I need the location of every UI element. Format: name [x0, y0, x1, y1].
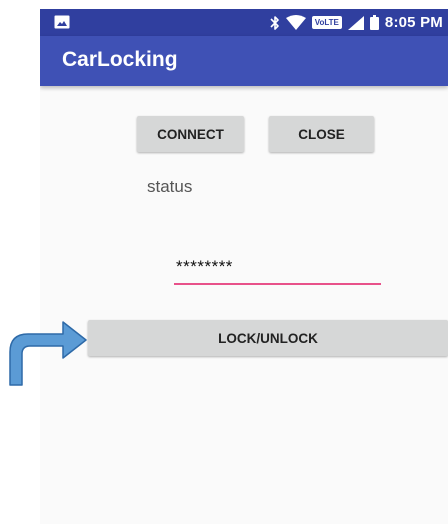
- password-field[interactable]: ********: [174, 257, 381, 285]
- password-value: ********: [176, 257, 233, 276]
- app-bar: CarLocking: [40, 36, 448, 86]
- status-time: 8:05 PM: [384, 14, 443, 31]
- status-bar: VoLTE 8:05 PM: [40, 9, 448, 36]
- app-title: CarLocking: [62, 48, 178, 71]
- password-underline: [174, 283, 381, 285]
- lock-unlock-button[interactable]: LOCK/UNLOCK: [88, 320, 448, 356]
- image-notification-icon: [54, 15, 70, 29]
- close-button[interactable]: CLOSE: [269, 116, 374, 152]
- status-icons: VoLTE 8:05 PM: [270, 9, 443, 36]
- battery-icon: [369, 15, 379, 30]
- screenshot-canvas: VoLTE 8:05 PM CarLocking CONNECT CLOSE s…: [0, 0, 448, 524]
- volte-badge: VoLTE: [311, 16, 342, 29]
- pointer-arrow-icon: [9, 321, 87, 386]
- phone-screen: VoLTE 8:05 PM CarLocking CONNECT CLOSE s…: [40, 9, 448, 524]
- wifi-icon: [285, 14, 306, 30]
- signal-icon: [347, 15, 364, 30]
- status-label: status: [147, 177, 193, 196]
- connect-button[interactable]: CONNECT: [137, 116, 244, 152]
- bluetooth-icon: [270, 15, 279, 30]
